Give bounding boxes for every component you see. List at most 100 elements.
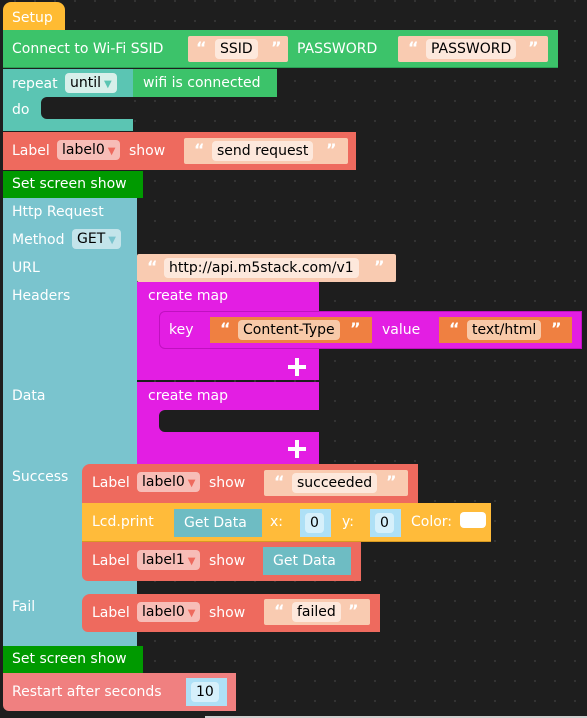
show-keyword: show — [209, 553, 246, 569]
dropdown-arrow-icon: ▼ — [187, 478, 196, 489]
headers-create-map-label: create map — [148, 288, 228, 304]
get-data-label: Get Data — [184, 515, 247, 531]
succeeded-text-block[interactable]: “ succeeded ” — [264, 470, 408, 496]
data-map-empty-slot[interactable] — [159, 410, 319, 432]
show-keyword: show — [129, 143, 166, 159]
succeeded-field[interactable]: succeeded — [292, 473, 378, 493]
password-text-block[interactable]: “ PASSWORD ” — [398, 36, 548, 62]
password-label: PASSWORD — [297, 41, 378, 57]
open-quote-icon: “ — [449, 319, 460, 338]
label-succeeded-block[interactable]: Label label0 ▼ show “ succeeded ” — [82, 464, 418, 503]
get-data-block[interactable]: Get Data — [174, 509, 262, 537]
open-quote-icon: “ — [220, 319, 231, 338]
close-quote-icon: ” — [348, 601, 359, 620]
get-data-block[interactable]: Get Data — [263, 547, 351, 575]
label-target-value: label0 — [142, 604, 185, 620]
close-quote-icon: ” — [326, 140, 337, 159]
label-target-dropdown[interactable]: label0 ▼ — [137, 472, 201, 492]
setup-block[interactable]: Setup — [3, 2, 65, 32]
ssid-text-block[interactable]: “ SSID ” — [188, 36, 288, 62]
x-label: x: — [270, 514, 284, 530]
do-label: do — [12, 102, 30, 118]
open-quote-icon: “ — [147, 257, 158, 276]
method-dropdown[interactable]: GET ▼ — [72, 229, 121, 249]
dropdown-arrow-icon: ▼ — [104, 79, 112, 90]
password-field[interactable]: PASSWORD — [426, 39, 517, 59]
restart-number-block[interactable]: 10 — [186, 678, 227, 706]
data-create-map-label: create map — [148, 388, 228, 404]
show-keyword: show — [209, 605, 246, 621]
url-label: URL — [12, 260, 40, 276]
label-target-dropdown[interactable]: label1 ▼ — [137, 550, 201, 570]
key-label: key — [169, 322, 194, 338]
send-request-field[interactable]: send request — [212, 141, 314, 161]
repeat-mode-dropdown[interactable]: until ▼ — [65, 73, 117, 93]
fail-label: Fail — [12, 599, 36, 615]
headers-label: Headers — [12, 288, 71, 304]
send-request-text-block[interactable]: “ send request ” — [184, 138, 348, 164]
map-entry-block[interactable]: key “ Content-Type ” value “ text/html ” — [159, 311, 582, 349]
set-screen-show-block[interactable]: Set screen show — [3, 171, 143, 198]
wifi-connected-condition[interactable]: wifi is connected — [133, 69, 277, 97]
url-text-block[interactable]: “ http://api.m5stack.com/v1 ” — [137, 254, 396, 282]
dropdown-arrow-icon: ▼ — [108, 235, 116, 246]
x-field[interactable]: 0 — [305, 513, 324, 533]
close-quote-icon: ” — [551, 319, 562, 338]
key-text-block[interactable]: “ Content-Type ” — [210, 317, 372, 343]
dropdown-arrow-icon: ▼ — [187, 556, 196, 567]
label-keyword: Label — [92, 605, 130, 621]
failed-field[interactable]: failed — [292, 602, 341, 622]
label-target-value: label0 — [62, 142, 105, 158]
set-screen-show-block[interactable]: Set screen show — [3, 646, 143, 673]
wifi-connect-label: Connect to Wi-Fi SSID — [12, 41, 164, 57]
close-quote-icon: ” — [350, 319, 361, 338]
color-label: Color: — [411, 514, 453, 530]
restart-block[interactable]: Restart after seconds 10 — [3, 673, 236, 711]
setup-label: Setup — [12, 10, 53, 26]
label-target-dropdown[interactable]: label0 ▼ — [57, 140, 121, 160]
do-slot[interactable] — [41, 97, 133, 119]
repeat-block[interactable]: repeat until ▼ do — [3, 69, 133, 131]
label-target-value: label0 — [142, 474, 185, 490]
label-send-request-block[interactable]: Label label0 ▼ show “ send request ” — [3, 132, 356, 170]
value-field[interactable]: text/html — [467, 320, 542, 340]
data-create-map-block[interactable]: create map — [137, 382, 319, 464]
set-screen-show-label: Set screen show — [12, 651, 127, 667]
close-quote-icon: ” — [374, 257, 385, 276]
y-field[interactable]: 0 — [375, 513, 394, 533]
open-quote-icon: “ — [408, 38, 419, 57]
color-swatch[interactable] — [460, 512, 486, 528]
close-quote-icon: ” — [528, 38, 539, 57]
add-entry-plus-icon[interactable] — [288, 358, 306, 376]
key-field[interactable]: Content-Type — [238, 320, 340, 340]
get-data-label: Get Data — [273, 553, 336, 569]
success-label: Success — [12, 469, 69, 485]
label-keyword: Label — [92, 553, 130, 569]
value-text-block[interactable]: “ text/html ” — [439, 317, 572, 343]
dropdown-arrow-icon: ▼ — [187, 608, 196, 619]
label-get-data-block[interactable]: Label label1 ▼ show Get Data — [82, 542, 361, 581]
open-quote-icon: “ — [196, 38, 207, 57]
open-quote-icon: “ — [274, 601, 285, 620]
ssid-field[interactable]: SSID — [215, 39, 258, 59]
wifi-connected-label: wifi is connected — [143, 75, 261, 91]
wifi-connect-block[interactable]: Connect to Wi-Fi SSID “ SSID ” PASSWORD … — [3, 30, 558, 68]
repeat-label: repeat — [12, 76, 58, 92]
x-number-block[interactable]: 0 — [300, 509, 331, 537]
label-keyword: Label — [12, 143, 50, 159]
label-target-dropdown[interactable]: label0 ▼ — [137, 602, 201, 622]
lcd-print-label: Lcd.print — [92, 514, 154, 530]
y-number-block[interactable]: 0 — [370, 509, 401, 537]
method-value: GET — [77, 231, 106, 247]
add-entry-plus-icon[interactable] — [288, 440, 306, 458]
failed-text-block[interactable]: “ failed ” — [264, 599, 370, 625]
open-quote-icon: “ — [194, 140, 205, 159]
label-failed-block[interactable]: Label label0 ▼ show “ failed ” — [82, 594, 380, 632]
open-quote-icon: “ — [274, 472, 285, 491]
url-field[interactable]: http://api.m5stack.com/v1 — [164, 258, 359, 278]
lcd-print-block[interactable]: Lcd.print Get Data x: 0 y: 0 Color: — [82, 503, 491, 542]
restart-seconds-field[interactable]: 10 — [191, 682, 219, 702]
label-keyword: Label — [92, 475, 130, 491]
dropdown-arrow-icon: ▼ — [107, 146, 116, 157]
set-screen-show-label: Set screen show — [12, 176, 127, 192]
